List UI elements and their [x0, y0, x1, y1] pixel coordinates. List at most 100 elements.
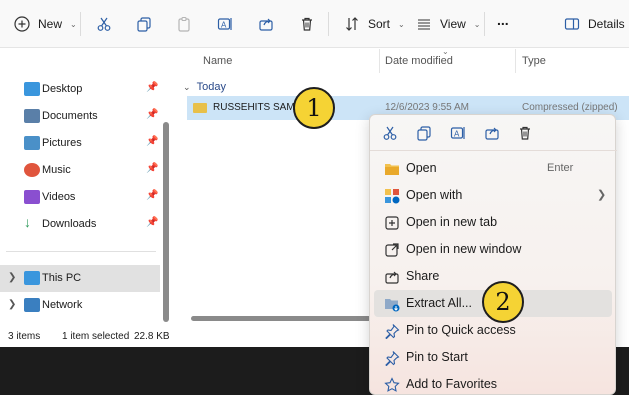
callout-badge-1: 1: [293, 87, 335, 129]
menu-item-label: Open with: [406, 188, 463, 202]
sidebar-item-music[interactable]: Music 📌: [0, 157, 160, 184]
cut-icon: [94, 14, 114, 34]
delete-button[interactable]: [297, 10, 317, 38]
sidebar-item-label: Documents: [42, 110, 98, 122]
paste-button[interactable]: [174, 10, 194, 38]
rename-icon: A: [215, 14, 235, 34]
sidebar-item-documents[interactable]: Documents 📌: [0, 103, 160, 130]
context-menu: A Open Enter Open with ❯ Open in new tab…: [369, 114, 617, 395]
menu-item-add-favorites[interactable]: Add to Favorites: [374, 371, 612, 395]
nav-scrollbar[interactable]: [163, 122, 169, 322]
menu-item-open-new-tab[interactable]: Open in new tab: [374, 209, 612, 236]
pin-icon: 📌: [146, 109, 159, 120]
videos-icon: [24, 190, 40, 204]
copy-icon: [134, 14, 154, 34]
chevron-down-icon: ⌄: [473, 19, 481, 29]
view-icon: [414, 14, 434, 34]
menu-item-label: Open in new window: [406, 242, 522, 256]
navigation-pane: Desktop 📌 Documents 📌 Pictures 📌 Music 📌…: [0, 49, 175, 325]
group-header-today[interactable]: ⌄ Today: [183, 81, 226, 93]
horizontal-scrollbar[interactable]: [191, 316, 371, 321]
menu-item-label: Extract All...: [406, 296, 472, 310]
menu-item-label: Share: [406, 269, 440, 283]
sidebar-item-label: Downloads: [42, 218, 97, 230]
menu-item-label: Open: [406, 161, 437, 175]
pin-icon: 📌: [146, 163, 159, 174]
network-icon: [24, 298, 40, 312]
file-date: 12/6/2023 9:55 AM: [385, 102, 469, 113]
chevron-right-icon[interactable]: ❯: [8, 272, 16, 283]
menu-item-label: Pin to Start: [406, 350, 468, 364]
music-icon: [24, 163, 40, 177]
cut-icon[interactable]: [381, 124, 399, 142]
selection-count: 1 item selected: [62, 331, 130, 342]
sidebar-item-pictures[interactable]: Pictures 📌: [0, 130, 160, 157]
chevron-right-icon[interactable]: ❯: [8, 299, 16, 310]
share-button[interactable]: [256, 10, 276, 38]
copy-icon[interactable]: [415, 124, 433, 142]
new-button[interactable]: New ⌄: [12, 10, 77, 38]
sidebar-item-this-pc[interactable]: ❯ This PC: [0, 265, 160, 292]
pin-icon: 📌: [146, 82, 159, 93]
sort-label: Sort: [368, 17, 391, 31]
sidebar-item-desktop[interactable]: Desktop 📌: [0, 76, 160, 103]
open-with-icon: [384, 188, 400, 204]
menu-item-pin-to-start[interactable]: Pin to Start: [374, 344, 612, 371]
menu-item-open[interactable]: Open Enter: [374, 155, 612, 182]
sidebar-item-network[interactable]: ❯ Network: [0, 292, 160, 319]
paste-icon: [174, 14, 194, 34]
new-button-label: New: [38, 17, 63, 31]
cut-button[interactable]: [94, 10, 114, 38]
details-pane-icon: [562, 14, 582, 34]
file-type: Compressed (zipped): [522, 102, 618, 113]
menu-item-shortcut: Enter: [547, 162, 574, 174]
rename-icon[interactable]: A: [449, 124, 467, 142]
svg-text:A: A: [454, 130, 460, 139]
copy-button[interactable]: [134, 10, 154, 38]
extract-icon: [384, 296, 400, 312]
chevron-down-icon: ⌄: [398, 19, 405, 29]
new-tab-icon: [384, 215, 400, 231]
nav-divider: [6, 251, 156, 252]
menu-item-label: Add to Favorites: [406, 377, 498, 391]
view-label: View: [440, 17, 466, 31]
open-folder-icon: [384, 161, 400, 177]
callout-badge-2: 2: [482, 281, 524, 323]
menu-item-pin-quick-access[interactable]: Pin to Quick access: [374, 317, 612, 344]
menu-item-open-with[interactable]: Open with ❯: [374, 182, 612, 209]
details-button[interactable]: Details: [562, 10, 625, 38]
sidebar-item-videos[interactable]: Videos 📌: [0, 184, 160, 211]
svg-text:A: A: [221, 21, 227, 30]
group-label: Today: [196, 81, 226, 93]
share-icon: [256, 14, 276, 34]
new-window-icon: [384, 242, 400, 258]
chevron-down-icon: ⌄: [183, 82, 191, 92]
sidebar-item-label: This PC: [42, 272, 82, 284]
documents-icon: [24, 109, 40, 123]
selection-size: 22.8 KB: [134, 331, 170, 342]
this-pc-icon: [24, 271, 40, 285]
pin-icon: 📌: [146, 136, 159, 147]
menu-item-label: Pin to Quick access: [406, 323, 516, 337]
delete-icon: [297, 14, 317, 34]
pin-icon: 📌: [146, 190, 159, 201]
details-label: Details: [588, 17, 625, 31]
chevron-down-icon: ⌄: [70, 19, 77, 29]
column-header-type[interactable]: Type: [522, 55, 546, 67]
command-bar: New ⌄ A Sort ⌄ View ⌄ ... Details: [0, 0, 629, 48]
sort-button[interactable]: Sort ⌄: [342, 10, 405, 38]
rename-button[interactable]: A: [215, 10, 235, 38]
delete-icon[interactable]: [516, 124, 534, 142]
more-options-button[interactable]: ...: [497, 6, 509, 34]
sidebar-item-label: Pictures: [42, 137, 82, 149]
sidebar-item-label: Videos: [42, 191, 76, 203]
sidebar-item-downloads[interactable]: ↓ Downloads 📌: [0, 211, 160, 238]
share-icon[interactable]: [483, 124, 501, 142]
view-button[interactable]: View ⌄: [414, 10, 481, 38]
column-header-date[interactable]: Date modified: [385, 55, 453, 67]
menu-item-label: Open in new tab: [406, 215, 498, 229]
context-menu-quick-actions: A: [370, 115, 617, 151]
column-header-name[interactable]: Name: [203, 55, 232, 67]
menu-item-open-new-window[interactable]: Open in new window: [374, 236, 612, 263]
sidebar-item-label: Desktop: [42, 83, 83, 95]
